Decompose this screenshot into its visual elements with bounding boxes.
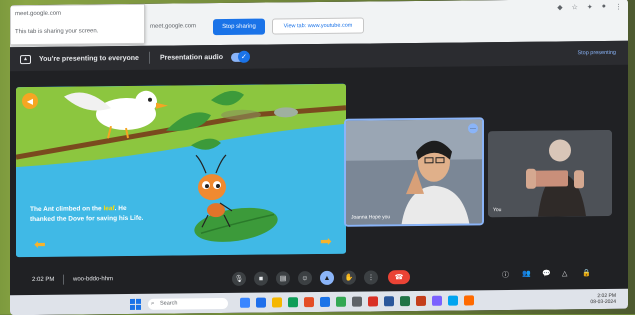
chrome-icon[interactable]	[336, 296, 346, 307]
check-icon: ✓	[237, 50, 250, 63]
system-tray-clock[interactable]: 2:02 PM 08-03-2024	[590, 293, 616, 305]
edge-browser-icon[interactable]	[288, 297, 298, 308]
taskview-icon[interactable]	[240, 297, 250, 308]
info-icon[interactable]: ⓘ	[502, 270, 509, 280]
participant-name: You	[493, 207, 502, 214]
app-icon[interactable]	[368, 296, 378, 307]
slide-home-icon[interactable]: ◀	[22, 92, 38, 110]
participant-video	[346, 119, 484, 227]
participant-tile[interactable]: You	[488, 129, 612, 218]
search-icon: ⌕	[151, 300, 155, 307]
emoji-icon[interactable]: ☺	[298, 271, 312, 286]
word-icon[interactable]	[384, 296, 394, 307]
more-options-icon[interactable]: ⋮	[364, 270, 378, 285]
bookmark-star-icon[interactable]: ☆	[572, 3, 578, 11]
powerpoint-icon[interactable]	[416, 295, 426, 306]
extension-icon[interactable]: ◆	[557, 3, 562, 11]
mail-icon[interactable]	[320, 296, 330, 307]
host-controls-icon[interactable]: 🔒	[582, 269, 591, 277]
presenting-status: You're presenting to everyone	[39, 54, 139, 63]
app-icon[interactable]	[464, 295, 474, 306]
more-options-icon[interactable]: ⋯	[468, 123, 478, 134]
people-icon[interactable]: 👥	[522, 270, 531, 278]
meeting-controls-bar: 2:02 PM woo-bddo-hhm 🎙 ■ ▤ ☺ ▲ ✋ ⋮ ☎ ⓘ 👥…	[10, 261, 628, 293]
camera-icon[interactable]: ■	[254, 271, 268, 286]
profile-icon[interactable]: ●	[602, 3, 606, 11]
participant-video	[488, 129, 612, 218]
file-explorer-icon[interactable]	[272, 297, 282, 308]
popup-message: This tab is sharing your screen.	[15, 28, 99, 36]
story-caption: The Ant climbed on the leaf. He thanked …	[30, 204, 143, 225]
present-screen-icon: ▲	[20, 54, 31, 64]
browser-share-bar: meet.google.com This tab is sharing your…	[10, 0, 628, 48]
puzzle-icon[interactable]: ✦	[587, 3, 593, 11]
divider	[63, 274, 64, 285]
raise-hand-icon[interactable]: ✋	[342, 270, 356, 285]
previous-arrow-icon[interactable]: ⬅	[34, 236, 52, 252]
story-line2: thanked the Dove for saving his Life.	[30, 214, 144, 224]
excel-icon[interactable]	[400, 296, 410, 307]
stop-sharing-button[interactable]: Stop sharing	[213, 18, 265, 36]
story-line1-start: The Ant climbed on the	[30, 205, 104, 214]
app-icon[interactable]	[448, 295, 458, 306]
story-line1-end: . He	[114, 205, 127, 213]
presentation-audio-label: Presentation audio	[159, 53, 223, 62]
tray-date: 08-03-2024	[590, 298, 616, 306]
story-highlight-word: leaf	[103, 205, 115, 213]
microphone-icon[interactable]: 🎙	[232, 271, 246, 286]
view-tab-button[interactable]: View tab: www.youtube.com	[272, 17, 364, 35]
share-host-label: meet.google.com	[150, 23, 197, 30]
participant-name: Joanna Hope you	[351, 214, 391, 221]
divider	[148, 51, 150, 64]
activities-icon[interactable]: △	[562, 269, 567, 277]
popup-host: meet.google.com	[15, 10, 62, 18]
presentation-audio-toggle[interactable]: ✓	[230, 50, 250, 63]
story-illustration	[16, 83, 346, 258]
meeting-code: woo-bddo-hhm	[73, 276, 114, 283]
participant-tile[interactable]: ⋯ Joanna Hope you	[344, 117, 484, 227]
next-arrow-icon[interactable]: ➡	[320, 233, 338, 249]
monitor-screen: meet.google.com This tab is sharing your…	[10, 0, 628, 315]
menu-icon[interactable]: ⋮	[615, 3, 622, 11]
teams-icon[interactable]	[432, 295, 442, 306]
store-icon[interactable]	[304, 297, 314, 308]
meeting-time: 2:02 PM	[32, 276, 55, 284]
sharing-popup: meet.google.com This tab is sharing your…	[10, 3, 145, 46]
captions-icon[interactable]: ▤	[276, 271, 290, 286]
present-button-icon[interactable]: ▲	[320, 270, 334, 285]
browser-toolbar-icons: ◆ ☆ ✦ ● ⋮	[557, 3, 622, 12]
taskbar-search-input[interactable]: ⌕ Search	[148, 297, 228, 310]
windows-start-icon[interactable]	[130, 298, 141, 310]
stop-presenting-button[interactable]: Stop presenting	[577, 50, 616, 56]
presentation-slide: ◀ The Ant climbed on the leaf. He thanke…	[16, 83, 346, 258]
chat-icon[interactable]: 💬	[542, 270, 551, 278]
chat-app-icon[interactable]	[256, 297, 266, 308]
end-call-button[interactable]: ☎	[388, 270, 410, 285]
settings-icon[interactable]	[352, 296, 362, 307]
search-placeholder: Search	[160, 300, 178, 307]
presenting-bar: ▲ You're presenting to everyone Presenta…	[10, 40, 628, 72]
